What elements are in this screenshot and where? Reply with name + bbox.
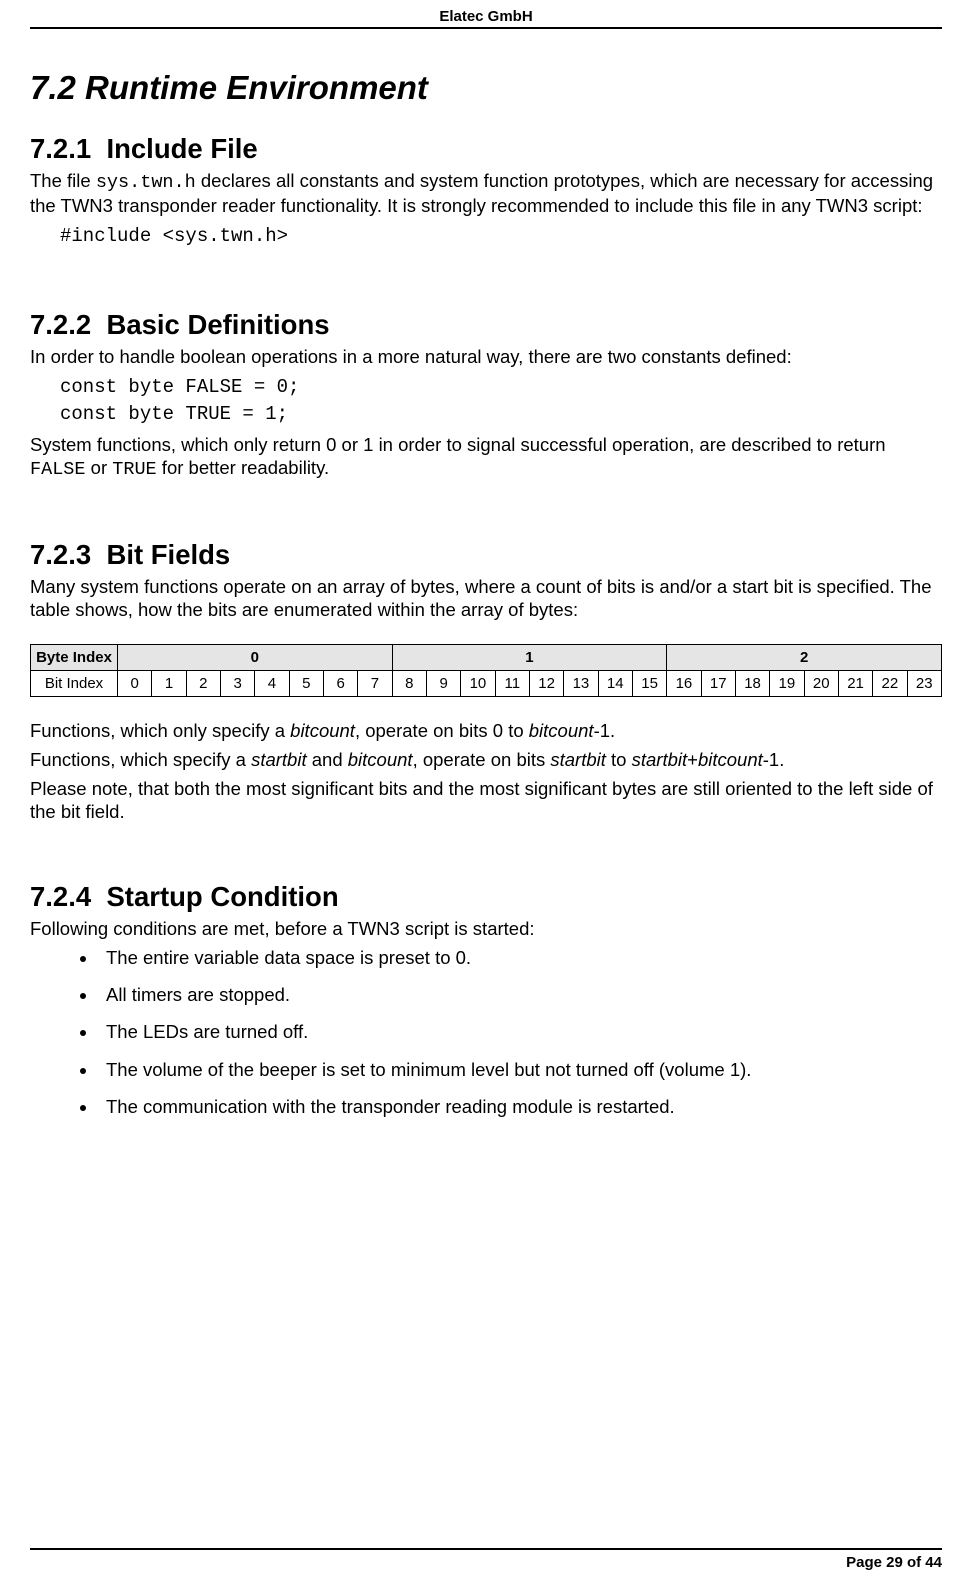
h3-number: 7.2.3 [30, 539, 91, 570]
section-heading-7-2-4: 7.2.4 Startup Condition [30, 881, 942, 913]
s1-text-pre: The file [30, 170, 96, 191]
s3-paragraph-4: Please note, that both the most signific… [30, 777, 942, 823]
table-row: Bit Index 0 1 2 3 4 5 6 7 8 9 10 11 12 1… [31, 670, 942, 696]
bit-cell: 7 [358, 670, 392, 696]
bit-cell: 10 [461, 670, 495, 696]
bit-cell: 8 [392, 670, 426, 696]
italic-term: startbit [251, 749, 307, 770]
footer-rule [30, 1548, 942, 1550]
txt: + [687, 749, 698, 770]
bit-cell: 15 [632, 670, 666, 696]
h2-title: Runtime Environment [85, 69, 428, 106]
byte-index-0: 0 [118, 644, 393, 670]
header-rule [30, 27, 942, 29]
txt: , operate on bits 0 to [355, 720, 529, 741]
bit-cell: 13 [564, 670, 598, 696]
h3-number: 7.2.2 [30, 309, 91, 340]
italic-term: startbit [550, 749, 606, 770]
s1-code-filename: sys.twn.h [96, 172, 196, 193]
s3-paragraph-3: Functions, which specify a startbit and … [30, 748, 942, 771]
bit-cell: 17 [701, 670, 735, 696]
s2-p2-false: FALSE [30, 459, 86, 480]
s1-paragraph: The file sys.twn.h declares all constant… [30, 169, 942, 217]
bit-cell: 23 [907, 670, 941, 696]
list-item: The communication with the transponder r… [98, 1095, 942, 1118]
s2-paragraph-1: In order to handle boolean operations in… [30, 345, 942, 368]
s4-paragraph-1: Following conditions are met, before a T… [30, 917, 942, 940]
section-heading-7-2-3: 7.2.3 Bit Fields [30, 539, 942, 571]
h3-title: Bit Fields [106, 539, 230, 570]
bit-index-label: Bit Index [31, 670, 118, 696]
txt: -1. [594, 720, 616, 741]
footer: Page 29 of 44 [30, 1548, 942, 1571]
bit-cell: 12 [529, 670, 563, 696]
bit-cell: 22 [873, 670, 907, 696]
txt: Functions, which specify a [30, 749, 251, 770]
italic-term: bitcount [290, 720, 355, 741]
section-heading-7-2-2: 7.2.2 Basic Definitions [30, 309, 942, 341]
byte-index-2: 2 [667, 644, 942, 670]
bit-cell: 18 [735, 670, 769, 696]
byte-index-label: Byte Index [31, 644, 118, 670]
h3-number: 7.2.4 [30, 881, 91, 912]
txt: Functions, which only specify a [30, 720, 290, 741]
txt: -1. [763, 749, 785, 770]
startup-conditions-list: The entire variable data space is preset… [30, 946, 942, 1118]
s3-paragraph-2: Functions, which only specify a bitcount… [30, 719, 942, 742]
s2-p2-c: for better readability. [157, 457, 329, 478]
bit-cell: 0 [118, 670, 152, 696]
italic-term: bitcount [529, 720, 594, 741]
bit-cell: 20 [804, 670, 838, 696]
header-company: Elatec GmbH [30, 8, 942, 27]
bit-cell: 11 [495, 670, 529, 696]
bit-cell: 16 [667, 670, 701, 696]
list-item: The volume of the beeper is set to minim… [98, 1058, 942, 1081]
s2-p2-a: System functions, which only return 0 or… [30, 434, 886, 455]
page: Elatec GmbH 7.2 Runtime Environment 7.2.… [0, 0, 972, 1589]
s2-p2-true: TRUE [112, 459, 156, 480]
s2-code-line-2: const byte TRUE = 1; [60, 401, 942, 429]
bit-cell: 6 [323, 670, 357, 696]
bit-cell: 2 [186, 670, 220, 696]
bit-cell: 9 [426, 670, 460, 696]
italic-term: bitcount [698, 749, 763, 770]
bit-cell: 14 [598, 670, 632, 696]
bit-cell: 3 [220, 670, 254, 696]
section-heading-7-2-1: 7.2.1 Include File [30, 133, 942, 165]
bit-cell: 19 [770, 670, 804, 696]
s2-paragraph-2: System functions, which only return 0 or… [30, 433, 942, 481]
h2-number: 7.2 [30, 69, 76, 106]
list-item: The LEDs are turned off. [98, 1020, 942, 1043]
footer-page-number: Page 29 of 44 [30, 1554, 942, 1571]
bit-cell: 5 [289, 670, 323, 696]
txt: to [606, 749, 632, 770]
s2-p2-b: or [86, 457, 113, 478]
h3-title: Basic Definitions [106, 309, 329, 340]
bit-cell: 4 [255, 670, 289, 696]
h3-title: Include File [106, 133, 257, 164]
italic-term: startbit [632, 749, 688, 770]
list-item: The entire variable data space is preset… [98, 946, 942, 969]
s2-code-line-1: const byte FALSE = 0; [60, 374, 942, 402]
italic-term: bitcount [348, 749, 413, 770]
byte-index-1: 1 [392, 644, 667, 670]
bit-cell: 21 [838, 670, 872, 696]
section-heading-7-2: 7.2 Runtime Environment [30, 69, 942, 107]
bit-cell: 1 [152, 670, 186, 696]
txt: , operate on bits [413, 749, 551, 770]
h3-title: Startup Condition [106, 881, 338, 912]
h3-number: 7.2.1 [30, 133, 91, 164]
bitfield-table: Byte Index 0 1 2 Bit Index 0 1 2 3 4 5 6… [30, 644, 942, 697]
table-row: Byte Index 0 1 2 [31, 644, 942, 670]
s3-paragraph-1: Many system functions operate on an arra… [30, 575, 942, 621]
s1-code-block: #include <sys.twn.h> [60, 223, 942, 251]
list-item: All timers are stopped. [98, 983, 942, 1006]
txt: and [307, 749, 348, 770]
